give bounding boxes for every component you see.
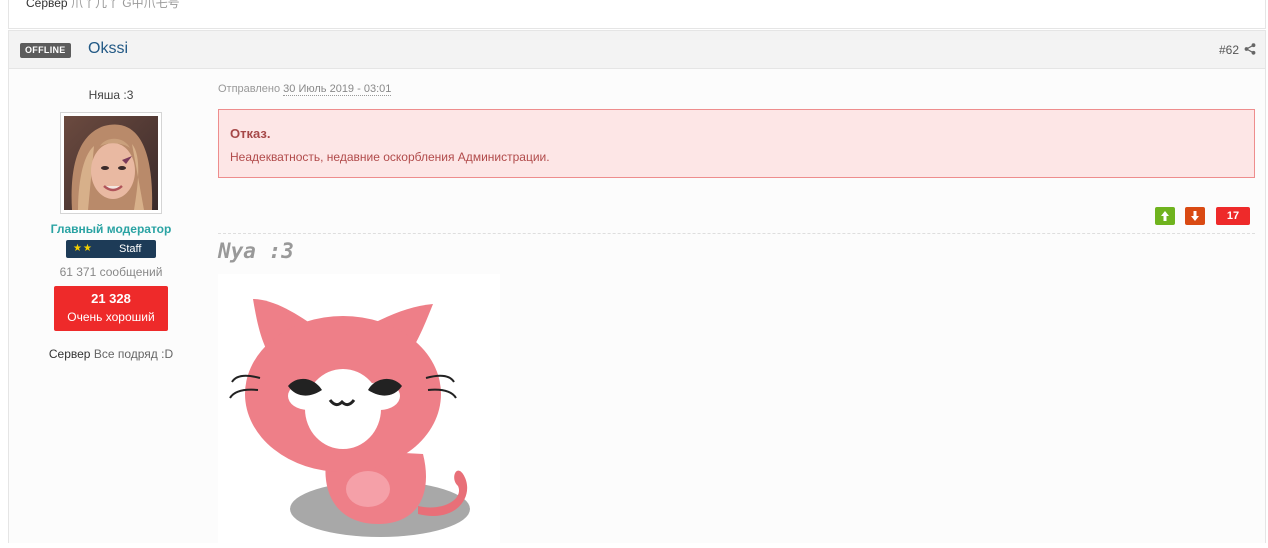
previous-post-server: Сервер 爪丫几丫 G中爪乇号	[26, 0, 180, 11]
offline-status-badge: OFFLINE	[20, 43, 71, 58]
forum-post: OFFLINE Okssi #62 Няша :3 Главный модера…	[8, 30, 1266, 543]
signature-title: Nya :3	[218, 239, 294, 263]
arrow-down-icon	[1191, 211, 1199, 221]
reputation-label: Очень хороший	[67, 310, 155, 324]
vote-count[interactable]: 17	[1216, 207, 1250, 225]
arrow-up-icon	[1161, 211, 1169, 221]
posts-count: 61 371 сообщений	[59, 265, 163, 279]
warning-box: Отказ. Неадекватность, недавние оскорбле…	[218, 109, 1255, 178]
vote-up-button[interactable]	[1155, 207, 1175, 225]
avatar[interactable]	[60, 112, 162, 214]
posted-date: Отправлено 30 Июль 2019 - 03:01	[218, 83, 392, 96]
author-name-link[interactable]: Okssi	[88, 40, 128, 58]
reputation-badge[interactable]: 21 328 Очень хороший	[54, 286, 168, 331]
server-value: Все подряд :D	[93, 347, 174, 361]
member-title: Няша :3	[88, 88, 134, 102]
member-group: Главный модератор	[50, 222, 172, 236]
server-label: Сервер	[48, 347, 91, 361]
post-header: OFFLINE Okssi #62	[9, 30, 1265, 69]
rank-label: Staff	[119, 243, 142, 255]
rank-badge: ★★ Staff	[66, 240, 156, 258]
signature-cat-image	[218, 274, 500, 543]
pink-cat-illustration	[229, 299, 470, 537]
posted-datetime: 30 Июль 2019 - 03:01	[283, 83, 392, 96]
author-info-column: Няша :3 Главный модератор ★★ Staff 61 37…	[9, 69, 213, 543]
previous-server-value: 爪丫几丫 G中爪乇号	[70, 0, 180, 10]
server-info: Сервер Все подряд :D	[9, 347, 213, 361]
avatar-image	[64, 116, 158, 210]
warning-message: Неадекватность, недавние оскорбления Адм…	[230, 150, 550, 164]
posted-prefix: Отправлено	[218, 83, 281, 95]
previous-server-label: Сервер	[26, 0, 68, 10]
warning-title: Отказ.	[230, 126, 271, 141]
vote-down-button[interactable]	[1185, 207, 1205, 225]
reputation-value: 21 328	[91, 291, 131, 306]
previous-post-footer: Сервер 爪丫几丫 G中爪乇号	[8, 0, 1266, 29]
rank-stars: ★★	[73, 243, 93, 254]
share-icon[interactable]	[1244, 43, 1256, 55]
post-number-link[interactable]: #62	[1219, 43, 1239, 57]
signature-divider	[218, 233, 1255, 234]
